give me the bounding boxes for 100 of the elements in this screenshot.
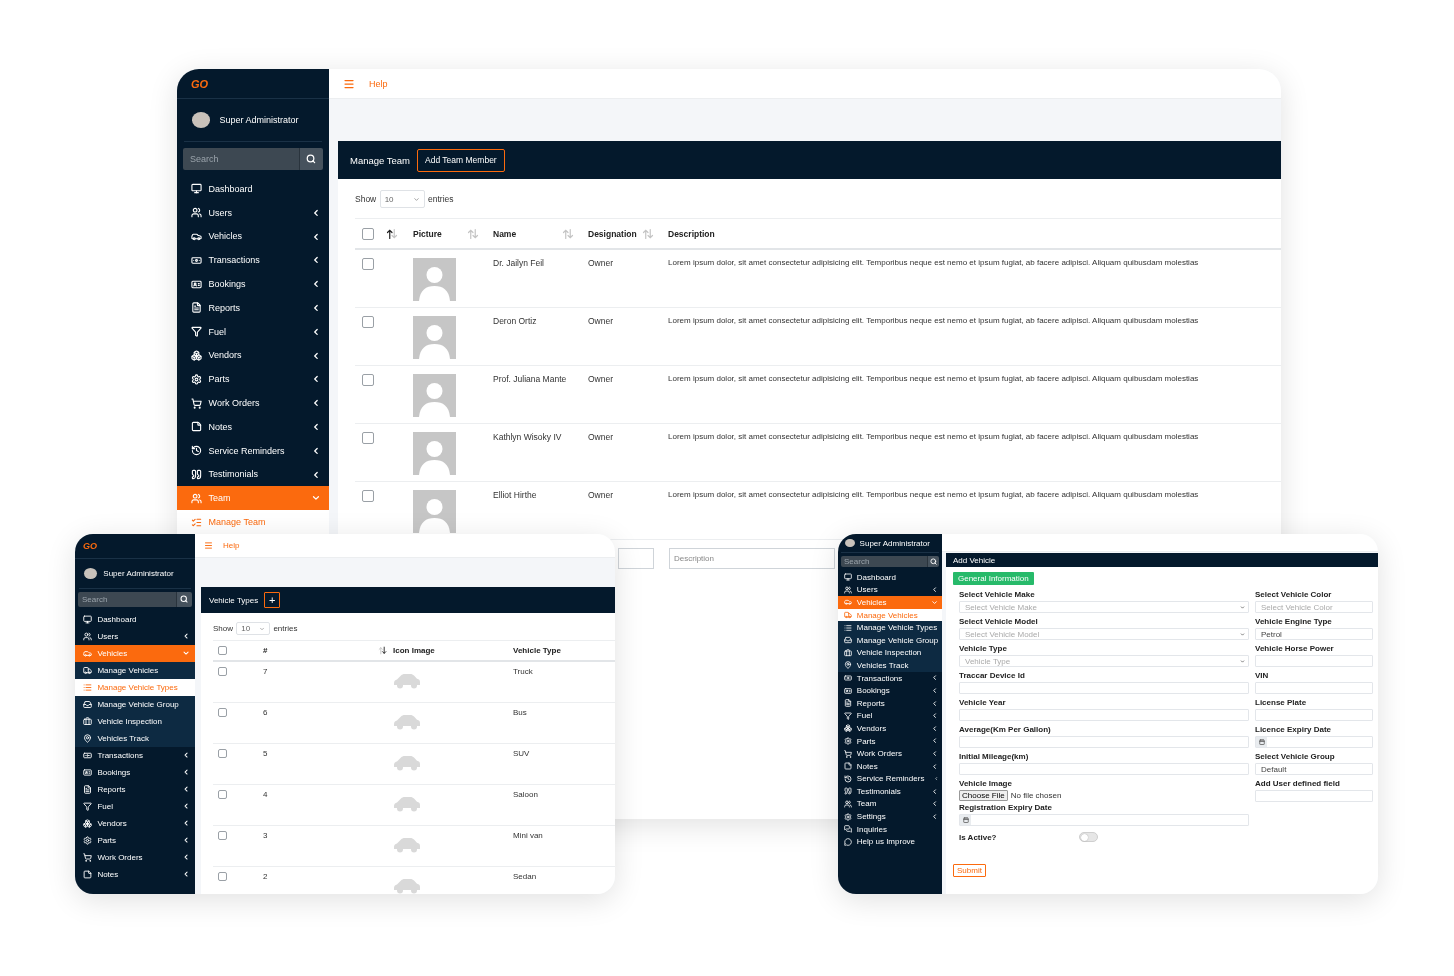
brand-logo[interactable]: GO	[83, 541, 97, 551]
add-team-member-button[interactable]: Add Team Member	[417, 148, 505, 172]
checkbox[interactable]	[362, 374, 374, 386]
id-card-icon	[844, 686, 852, 695]
input-field[interactable]	[959, 709, 1249, 721]
menu-icon[interactable]	[204, 541, 213, 550]
search-field[interactable]: Search	[78, 592, 176, 607]
nav-item[interactable]: Notes	[838, 759, 942, 773]
nav-subitem[interactable]: Vehicle Inspection	[75, 713, 195, 730]
nav-item[interactable]: Transactions	[75, 747, 195, 764]
input-field[interactable]: Petrol	[1255, 628, 1373, 640]
search-button[interactable]	[298, 148, 323, 170]
nav-item[interactable]: Reports	[838, 696, 942, 710]
nav-item[interactable]: Settings	[838, 810, 942, 823]
checkbox[interactable]	[362, 258, 374, 270]
nav-item[interactable]: Service Reminders	[838, 772, 942, 786]
add-button[interactable]: +	[264, 592, 281, 608]
checkbox[interactable]	[362, 227, 374, 240]
nav-item[interactable]: Fuel	[177, 319, 329, 344]
page-size-select[interactable]: 10	[379, 190, 425, 208]
nav-item[interactable]: Vendors	[177, 343, 329, 368]
nav-item[interactable]: Testimonials	[177, 462, 329, 487]
nav-item[interactable]: Team	[838, 797, 942, 811]
nav-item[interactable]: Bookings	[838, 684, 942, 697]
nav-subitem[interactable]: Vehicles Track	[75, 730, 195, 747]
input-field[interactable]	[959, 736, 1249, 748]
input-field[interactable]	[1255, 709, 1373, 721]
table-cell-text: 5	[263, 749, 269, 758]
nav-item[interactable]: Dashboard	[177, 177, 329, 201]
brand-logo[interactable]: GO	[191, 77, 209, 90]
nav-subitem[interactable]: Manage Vehicles	[75, 662, 195, 679]
nav-item[interactable]: Fuel	[75, 798, 195, 815]
menu-icon[interactable]	[343, 77, 355, 90]
search-field[interactable]: Search	[841, 556, 927, 567]
column-header[interactable]: Designation	[588, 227, 668, 240]
column-header[interactable]: #	[263, 646, 393, 655]
nav-item[interactable]: Reports	[177, 296, 329, 320]
checkbox[interactable]	[362, 316, 374, 328]
nav-item[interactable]: Vendors	[75, 815, 195, 832]
checkbox[interactable]	[218, 646, 227, 655]
nav-item[interactable]: Parts	[75, 832, 195, 849]
filter-field[interactable]: Description	[669, 548, 835, 569]
input-field[interactable]	[959, 763, 1249, 775]
nav-item[interactable]: Bookings	[177, 272, 329, 296]
nav-item[interactable]: Transactions	[838, 671, 942, 685]
nav-item[interactable]: Testimonials	[838, 785, 942, 798]
sort-icon[interactable]	[386, 227, 398, 240]
checkbox[interactable]	[218, 708, 227, 717]
nav-item[interactable]: Service Reminders	[177, 438, 329, 463]
avatar-icon	[192, 112, 211, 128]
checkbox[interactable]	[218, 790, 227, 799]
nav-subitem[interactable]: Manage Vehicle Types	[838, 621, 942, 634]
checkbox[interactable]	[218, 872, 227, 881]
checkbox[interactable]	[362, 432, 374, 444]
choose-file-button[interactable]: Choose File	[959, 790, 1008, 801]
nav-item[interactable]: Users	[177, 200, 329, 225]
nav-item[interactable]: Notes	[177, 414, 329, 439]
column-header[interactable]: Description	[668, 228, 1281, 239]
input-field[interactable]	[959, 682, 1249, 694]
filter-field[interactable]	[618, 548, 654, 569]
field-label: Vehicle Image	[959, 779, 1013, 788]
nav-item[interactable]: Users	[75, 628, 195, 645]
page-size-select[interactable]: 10	[236, 622, 271, 635]
checkbox[interactable]	[218, 667, 227, 676]
nav-item[interactable]: Work Orders	[177, 391, 329, 415]
nav-item[interactable]: Parts	[177, 367, 329, 392]
boxes-icon	[844, 724, 852, 733]
input-field[interactable]	[1255, 790, 1373, 802]
column-header[interactable]: Picture	[413, 227, 493, 240]
checkbox[interactable]	[362, 490, 374, 502]
input-field[interactable]	[1255, 655, 1373, 667]
nav-item[interactable]: Vendors	[838, 722, 942, 735]
nav-item[interactable]: Reports	[75, 781, 195, 798]
column-header[interactable]: Name	[493, 227, 588, 240]
nav-item[interactable]: Fuel	[838, 709, 942, 723]
nav-item[interactable]: Work Orders	[75, 849, 195, 866]
nav-subitem[interactable]: Manage Vehicle Group	[75, 696, 195, 713]
nav-item[interactable]: Inquiries	[838, 822, 942, 836]
nav-item[interactable]: Vehicles	[177, 224, 329, 249]
date-field[interactable]	[1255, 736, 1373, 748]
search-button[interactable]	[926, 556, 939, 567]
toggle-switch[interactable]	[1079, 832, 1098, 842]
nav-item[interactable]: Dashboard	[75, 611, 195, 628]
nav-item[interactable]: Notes	[75, 866, 195, 883]
nav-subitem[interactable]: Vehicles Track	[838, 659, 942, 672]
column-header[interactable]: Icon Image	[393, 646, 513, 655]
nav-item[interactable]: Bookings	[75, 764, 195, 781]
nav-item[interactable]: Work Orders	[838, 747, 942, 760]
search-field[interactable]: Search	[183, 148, 299, 170]
input-field[interactable]: Default	[1255, 763, 1373, 775]
nav-item[interactable]: Users	[838, 583, 942, 597]
nav-item[interactable]: Parts	[838, 734, 942, 748]
nav-item[interactable]: Dashboard	[838, 571, 942, 584]
nav-item[interactable]: Help us Improve	[838, 835, 942, 849]
nav-item[interactable]: Transactions	[177, 248, 329, 273]
column-header[interactable]: Vehicle Type	[513, 646, 615, 655]
date-field[interactable]	[959, 814, 1249, 826]
input-field[interactable]	[1255, 682, 1373, 694]
checkbox[interactable]	[218, 831, 227, 840]
checkbox[interactable]	[218, 749, 227, 758]
